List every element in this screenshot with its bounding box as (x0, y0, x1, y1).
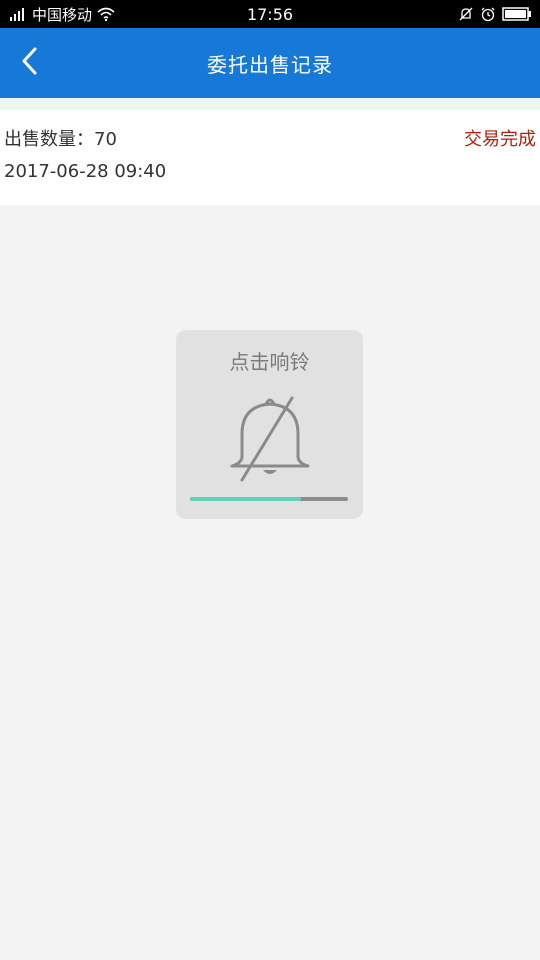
quantity-line: 出售数量：70 (4, 125, 117, 151)
ring-toast[interactable]: 点击响铃 (176, 330, 363, 519)
header-divider (0, 98, 540, 110)
volume-fill (190, 497, 301, 501)
muted-bell-icon (228, 394, 312, 484)
volume-bar[interactable] (190, 497, 348, 501)
record-datetime: 2017-06-28 09:40 (4, 161, 167, 182)
battery-icon (502, 6, 532, 22)
record-card[interactable]: 出售数量：70 交易完成 2017-06-28 09:40 (0, 110, 540, 205)
status-badge: 交易完成 (464, 129, 536, 150)
quantity-value: 70 (94, 129, 117, 150)
status-bar: 中国移动 17:56 (0, 0, 540, 28)
alarm-icon (480, 6, 496, 22)
page-title: 委托出售记录 (207, 52, 333, 77)
ring-label: 点击响铃 (229, 350, 310, 374)
app-header: 委托出售记录 (0, 28, 540, 98)
status-right (458, 0, 532, 28)
silent-bell-icon (458, 6, 474, 22)
quantity-label: 出售数量： (4, 129, 94, 150)
